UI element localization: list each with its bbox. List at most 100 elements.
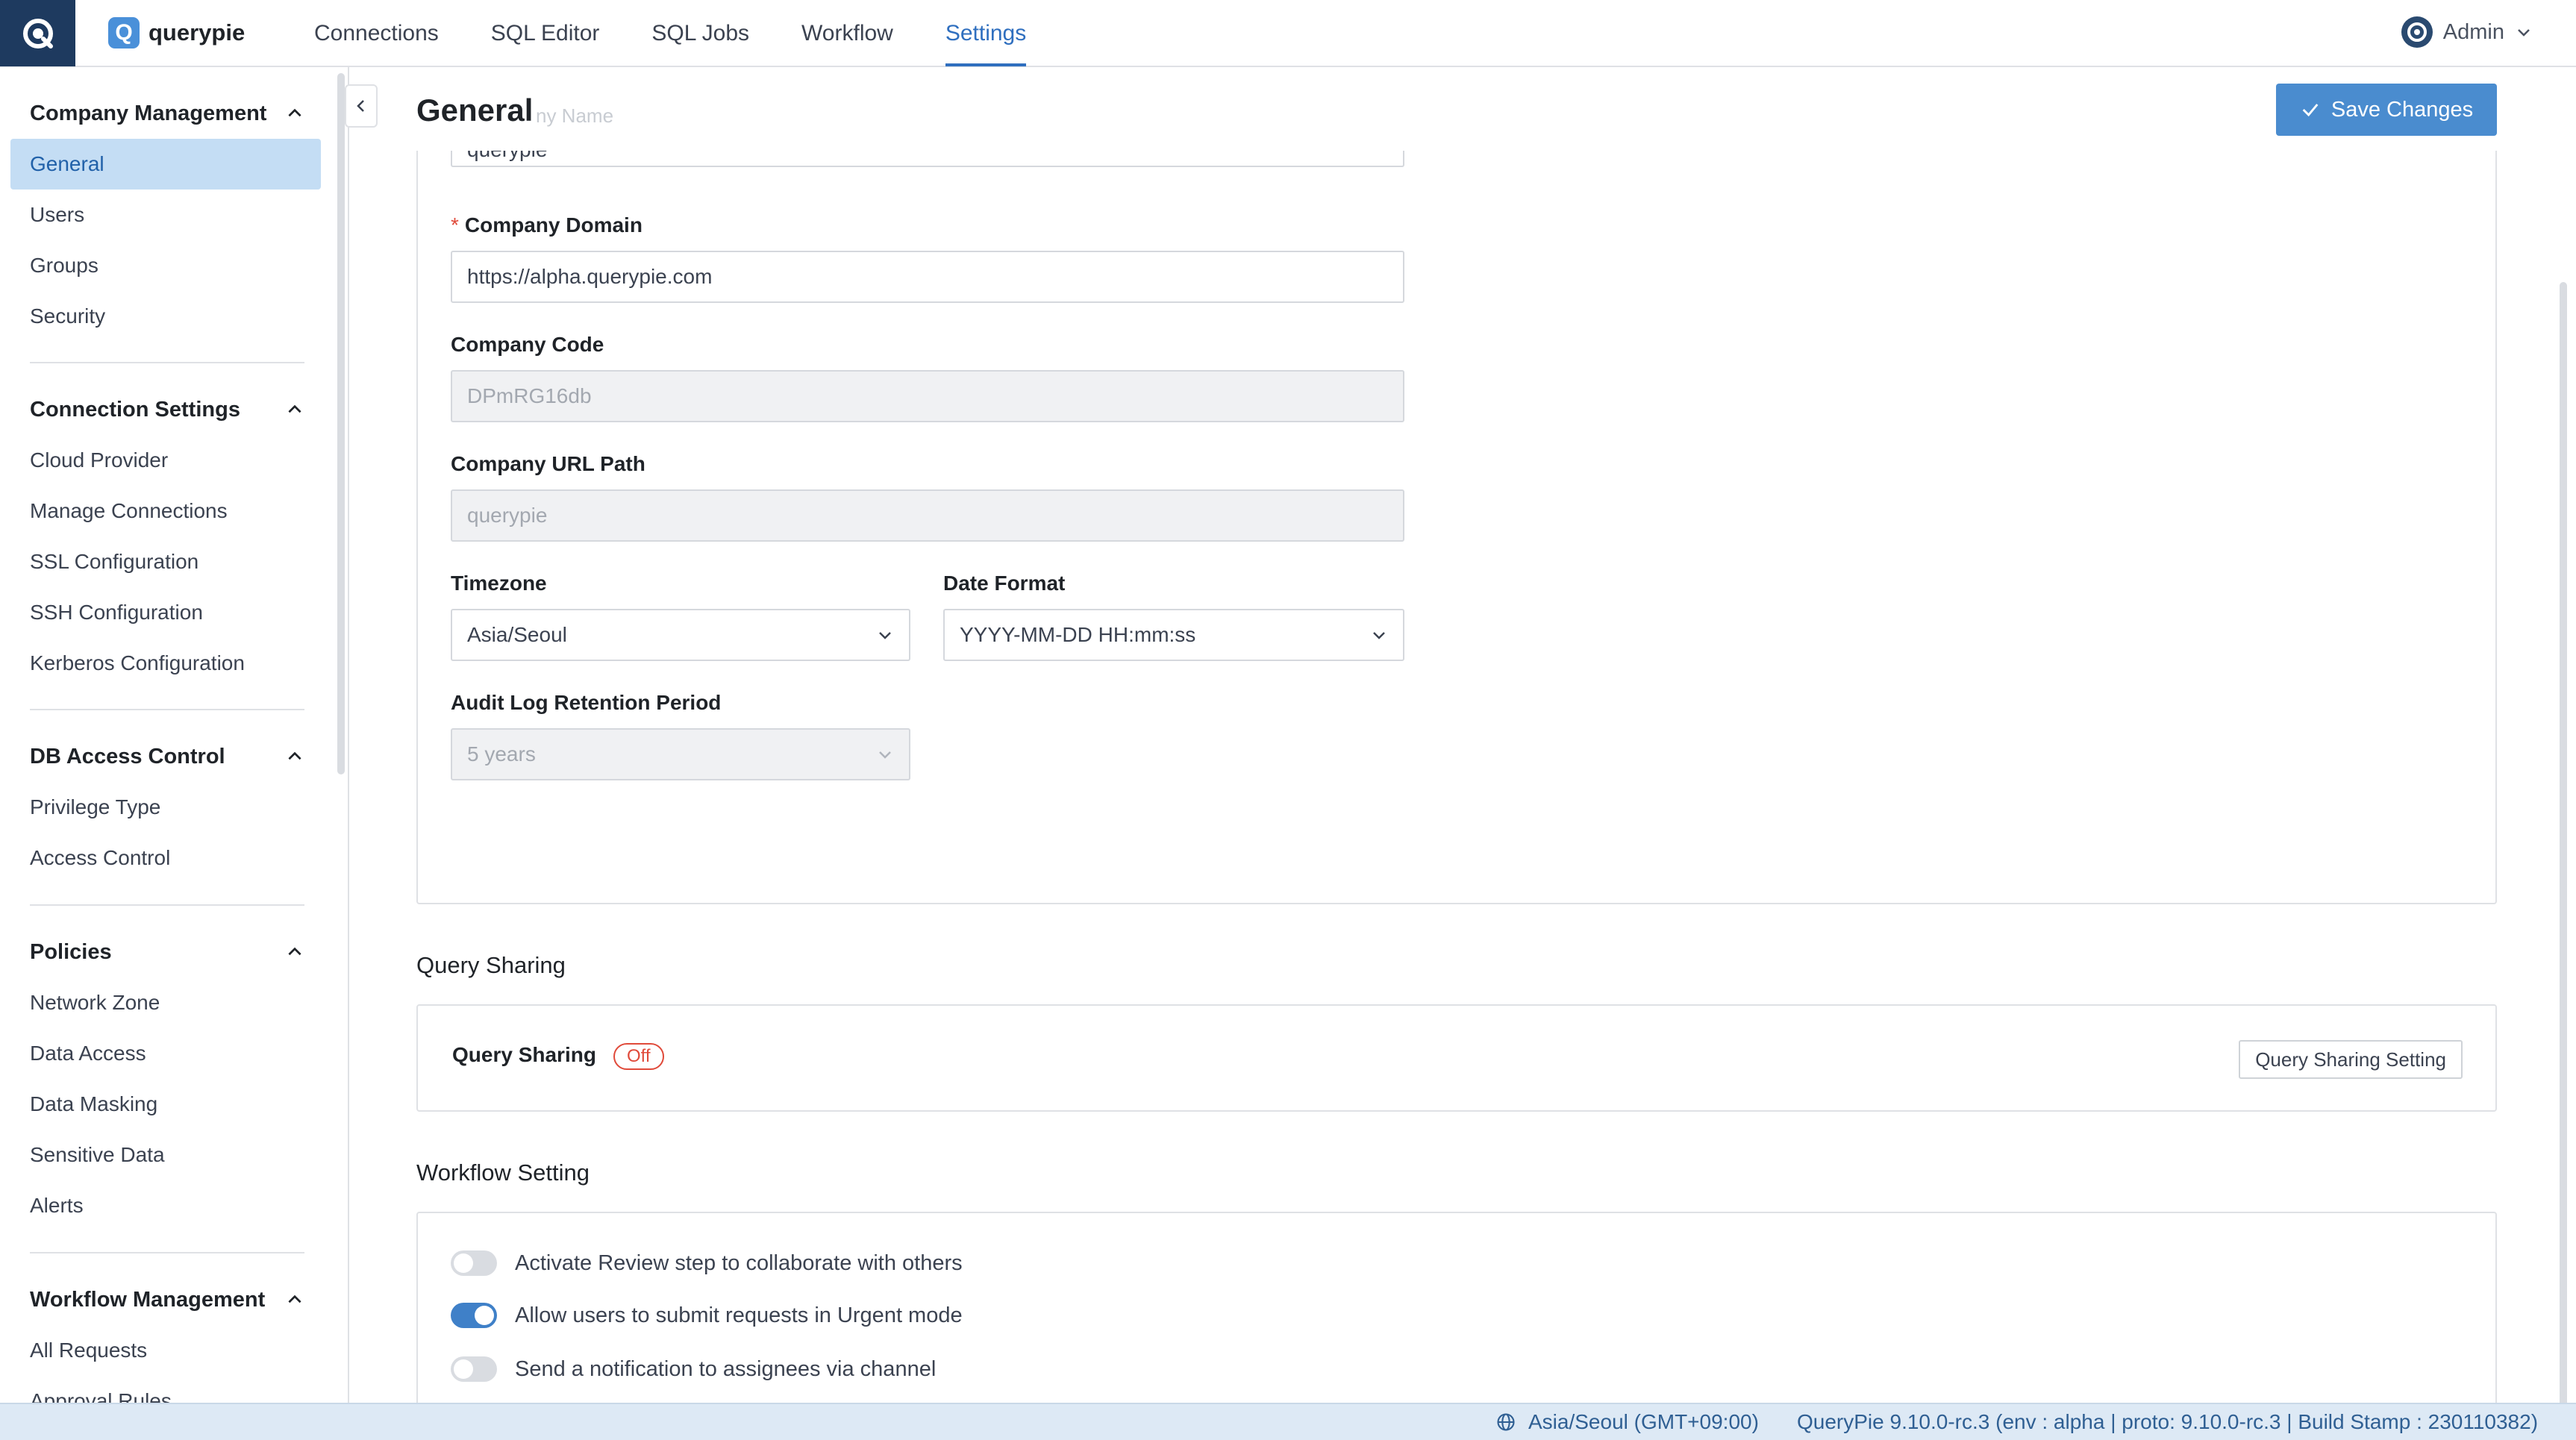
status-timezone[interactable]: Asia/Seoul (GMT+09:00) [1495, 1410, 1759, 1434]
sidebar-item-all-requests[interactable]: All Requests [10, 1325, 321, 1376]
sidebar-item-ssh-configuration[interactable]: SSH Configuration [10, 587, 321, 638]
chevron-down-icon [879, 751, 891, 759]
sidebar-item-ssl-configuration[interactable]: SSL Configuration [10, 536, 321, 587]
app-window: Q querypie Connections SQL Editor SQL Jo… [0, 0, 2576, 1440]
audit-log-retention-label: Audit Log Retention Period [451, 691, 722, 714]
status-bar: Asia/Seoul (GMT+09:00) QueryPie 9.10.0-r… [0, 1403, 2576, 1440]
main-nav: Connections SQL Editor SQL Jobs Workflow… [314, 0, 1078, 66]
query-sharing-section-title: Query Sharing [416, 952, 566, 978]
nav-connections[interactable]: Connections [314, 0, 439, 66]
sidebar-item-security[interactable]: Security [10, 291, 321, 342]
sidebar-divider [30, 904, 304, 906]
timezone-select[interactable]: Asia/Seoul [451, 609, 910, 661]
query-sharing-setting-button[interactable]: Query Sharing Setting [2239, 1040, 2463, 1079]
nav-settings[interactable]: Settings [945, 0, 1027, 66]
required-marker: * [451, 213, 459, 237]
user-avatar-icon [2407, 22, 2427, 42]
company-domain-field[interactable]: https://alpha.querypie.com [451, 251, 1404, 303]
sidebar-section-header[interactable]: Company Management [0, 88, 348, 139]
sidebar-section-header[interactable]: Workflow Management [0, 1274, 348, 1325]
query-sharing-card: Query Sharing Off Query Sharing Setting [416, 1004, 2497, 1112]
company-url-path-label: Company URL Path [451, 452, 645, 475]
main-scrollbar[interactable] [2560, 282, 2567, 1403]
sidebar-section-policies: Policies Network Zone Data Access Data M… [0, 927, 348, 1231]
toggle-label: Activate Review step to collaborate with… [515, 1250, 963, 1275]
chevron-up-icon [288, 1295, 301, 1303]
sidebar-item-kerberos-configuration[interactable]: Kerberos Configuration [10, 638, 321, 689]
save-changes-label: Save Changes [2330, 97, 2474, 122]
sidebar-item-network-zone[interactable]: Network Zone [10, 977, 321, 1028]
sidebar-section-workflow-management: Workflow Management All Requests Approva… [0, 1274, 348, 1403]
sidebar: Company Management General Users Groups … [0, 67, 349, 1403]
sidebar-section-header[interactable]: Connection Settings [0, 384, 348, 435]
sidebar-item-data-access[interactable]: Data Access [10, 1028, 321, 1079]
sidebar-section-header[interactable]: DB Access Control [0, 731, 348, 782]
user-menu[interactable]: Admin [2401, 15, 2533, 49]
avatar [2401, 16, 2433, 48]
company-domain-label-text: Company Domain [464, 213, 643, 237]
sidebar-section-db-access-control: DB Access Control Privilege Type Access … [0, 731, 348, 883]
check-icon [2302, 104, 2319, 117]
chevron-down-icon [1373, 632, 1385, 639]
sidebar-section-company-management: Company Management General Users Groups … [0, 88, 348, 342]
brand-icon: Q [108, 17, 140, 48]
date-format-value: YYYY-MM-DD HH:mm:ss [960, 623, 1196, 646]
sidebar-section-title: Policies [30, 939, 112, 964]
date-format-label: Date Format [943, 572, 1066, 595]
urgent-mode-toggle[interactable] [451, 1303, 497, 1328]
sidebar-item-data-masking[interactable]: Data Masking [10, 1079, 321, 1130]
date-format-select[interactable]: YYYY-MM-DD HH:mm:ss [943, 609, 1404, 661]
globe-icon [1497, 1413, 1515, 1431]
sidebar-section-header[interactable]: Policies [0, 927, 348, 977]
workflow-setting-section-title: Workflow Setting [416, 1159, 590, 1186]
sidebar-divider [30, 1252, 304, 1253]
sidebar-item-privilege-type[interactable]: Privilege Type [10, 782, 321, 833]
review-step-toggle[interactable] [451, 1250, 497, 1276]
app-logo[interactable] [0, 0, 75, 66]
toggle-row-urgent-mode: Allow users to submit requests in Urgent… [451, 1297, 963, 1334]
chevron-up-icon [288, 108, 301, 117]
sidebar-item-general[interactable]: General [10, 139, 321, 190]
sidebar-item-access-control[interactable]: Access Control [10, 833, 321, 883]
workflow-setting-card: Activate Review step to collaborate with… [416, 1212, 2497, 1403]
brand[interactable]: Q querypie [108, 16, 245, 49]
nav-sql-jobs[interactable]: SQL Jobs [651, 0, 749, 66]
status-timezone-text: Asia/Seoul (GMT+09:00) [1528, 1410, 1759, 1433]
nav-workflow[interactable]: Workflow [801, 0, 893, 66]
sidebar-section-title: Company Management [30, 101, 267, 125]
nav-sql-editor[interactable]: SQL Editor [491, 0, 600, 66]
sidebar-section-title: DB Access Control [30, 744, 225, 768]
sidebar-item-users[interactable]: Users [10, 190, 321, 240]
status-badge: Off [613, 1043, 664, 1070]
sidebar-item-manage-connections[interactable]: Manage Connections [10, 486, 321, 536]
audit-log-retention-value: 5 years [467, 742, 536, 766]
sidebar-item-sensitive-data[interactable]: Sensitive Data [10, 1130, 321, 1180]
querypie-logo-icon [22, 18, 53, 48]
toggle-label: Allow users to submit requests in Urgent… [515, 1303, 963, 1327]
top-navigation: Q querypie Connections SQL Editor SQL Jo… [0, 0, 2576, 67]
general-settings-card: querypie *Company Domain https://alpha.q… [416, 134, 2497, 904]
page-title: General [416, 93, 534, 128]
chevron-up-icon [288, 404, 301, 413]
sidebar-item-groups[interactable]: Groups [10, 240, 321, 291]
sidebar-divider [30, 362, 304, 363]
status-version: QueryPie 9.10.0-rc.3 (env : alpha | prot… [1797, 1410, 2539, 1433]
toggle-row-review-step: Activate Review step to collaborate with… [451, 1245, 963, 1282]
notification-channel-toggle[interactable] [451, 1356, 497, 1382]
query-sharing-label: Query Sharing [452, 1043, 596, 1066]
sidebar-collapse-button[interactable] [345, 84, 378, 128]
chevron-up-icon [288, 947, 301, 956]
timezone-label: Timezone [451, 572, 547, 595]
toggle-label: Send a notification to assignees via cha… [515, 1356, 937, 1381]
sidebar-item-approval-rules[interactable]: Approval Rules [10, 1376, 321, 1403]
save-changes-button[interactable]: Save Changes [2276, 84, 2497, 136]
chevron-up-icon [288, 751, 301, 760]
chevron-down-icon [879, 632, 891, 639]
sidebar-section-connection-settings: Connection Settings Cloud Provider Manag… [0, 384, 348, 689]
company-code-field: DPmRG16db [451, 370, 1404, 422]
sidebar-section-title: Workflow Management [30, 1287, 266, 1312]
sidebar-item-alerts[interactable]: Alerts [10, 1180, 321, 1231]
sidebar-divider [30, 709, 304, 710]
sidebar-item-cloud-provider[interactable]: Cloud Provider [10, 435, 321, 486]
chevron-left-icon [357, 100, 364, 112]
